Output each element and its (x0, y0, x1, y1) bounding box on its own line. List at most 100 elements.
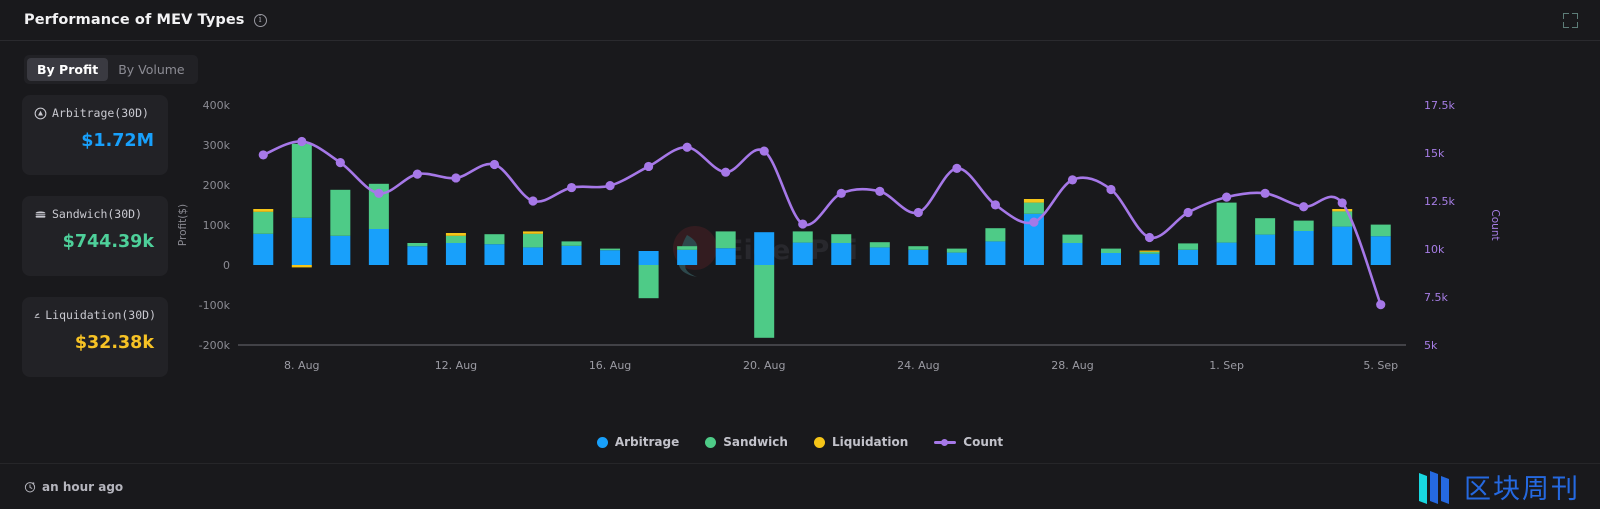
count-point[interactable] (1029, 217, 1039, 227)
count-point[interactable] (374, 188, 384, 198)
count-point[interactable] (451, 173, 461, 183)
count-point[interactable] (1183, 207, 1193, 218)
bar-segment[interactable] (754, 232, 775, 265)
bar-segment[interactable] (792, 231, 813, 243)
bar-segment[interactable] (869, 247, 890, 265)
bar-segment[interactable] (1101, 248, 1121, 253)
count-point[interactable] (605, 181, 615, 191)
card-sandwich[interactable]: Sandwich(30D) $744.39k (22, 196, 168, 276)
count-point[interactable] (875, 186, 885, 196)
bar-segment[interactable] (908, 246, 929, 250)
legend-item-arbitrage[interactable]: Arbitrage (596, 435, 679, 449)
bar-segment[interactable] (1255, 234, 1276, 265)
count-point[interactable] (258, 150, 268, 160)
bar-segment[interactable] (561, 245, 582, 265)
count-point[interactable] (1299, 202, 1309, 212)
tab-by-volume[interactable]: By Volume (108, 58, 194, 81)
count-point[interactable] (412, 169, 422, 179)
bar-segment[interactable] (1332, 209, 1353, 212)
bar-segment[interactable] (1178, 249, 1199, 265)
count-point[interactable] (1260, 188, 1270, 198)
bar-segment[interactable] (831, 234, 852, 243)
info-icon[interactable]: i (253, 13, 267, 27)
bar-segment[interactable] (523, 247, 543, 265)
card-liquidation[interactable]: Liquidation(30D) $32.38k (22, 297, 168, 377)
count-point[interactable] (721, 167, 731, 177)
count-point[interactable] (836, 188, 846, 198)
count-point[interactable] (566, 182, 577, 193)
count-point[interactable] (798, 219, 808, 229)
bar-segment[interactable] (600, 248, 621, 251)
bar-segment[interactable] (677, 249, 698, 265)
bar-segment[interactable] (908, 249, 929, 265)
card-arbitrage[interactable]: Arbitrage(30D) $1.72M (22, 95, 168, 175)
bar-segment[interactable] (523, 231, 543, 234)
bar-segment[interactable] (1216, 202, 1237, 243)
bar-segment[interactable] (561, 241, 582, 246)
count-point[interactable] (990, 200, 1001, 210)
bar-segment[interactable] (291, 217, 312, 265)
bar-segment[interactable] (754, 265, 775, 338)
bar-segment[interactable] (792, 242, 813, 265)
bar-segment[interactable] (1139, 251, 1160, 254)
bar-segment[interactable] (484, 234, 505, 245)
bar-segment[interactable] (445, 235, 466, 243)
bar-segment[interactable] (600, 250, 621, 265)
count-point[interactable] (1376, 300, 1386, 310)
bar-segment[interactable] (1023, 202, 1044, 214)
bar-segment[interactable] (445, 233, 466, 236)
mev-performance-chart[interactable]: EigenPhi400k300k200k100k0-100k-200kProfi… (172, 87, 1600, 417)
bar-segment[interactable] (831, 243, 852, 265)
bar-segment[interactable] (869, 242, 890, 248)
bar-segment[interactable] (1370, 236, 1391, 265)
fullscreen-icon[interactable] (1563, 12, 1578, 28)
bar-segment[interactable] (407, 246, 428, 265)
count-point[interactable] (644, 161, 654, 172)
bar-segment[interactable] (1101, 253, 1121, 265)
bar-segment[interactable] (330, 189, 351, 236)
bar-segment[interactable] (484, 244, 505, 265)
bar-segment[interactable] (445, 243, 466, 265)
count-point[interactable] (913, 207, 923, 218)
bar-segment[interactable] (1293, 220, 1314, 231)
count-point[interactable] (335, 158, 345, 168)
bar-segment[interactable] (1023, 199, 1044, 203)
bar-segment[interactable] (1062, 234, 1083, 243)
bar-segment[interactable] (985, 241, 1006, 265)
count-point[interactable] (1144, 232, 1155, 243)
bar-segment[interactable] (946, 252, 967, 265)
count-point[interactable] (297, 136, 307, 147)
bar-segment[interactable] (253, 209, 274, 212)
legend-item-count[interactable]: Count (934, 435, 1003, 449)
count-point[interactable] (489, 159, 500, 170)
bar-segment[interactable] (946, 248, 967, 253)
bar-segment[interactable] (330, 235, 351, 265)
bar-segment[interactable] (407, 243, 428, 247)
count-point[interactable] (1337, 198, 1347, 208)
tab-by-profit[interactable]: By Profit (27, 58, 109, 81)
bar-segment[interactable] (638, 265, 659, 299)
bar-segment[interactable] (1139, 250, 1160, 252)
bar-segment[interactable] (253, 211, 274, 234)
bar-segment[interactable] (291, 143, 312, 218)
count-point[interactable] (1106, 184, 1116, 195)
bar-segment[interactable] (1255, 218, 1276, 235)
bar-segment[interactable] (715, 231, 736, 249)
count-point[interactable] (528, 196, 538, 206)
count-line-series[interactable] (258, 136, 1386, 310)
bar-segment[interactable] (985, 228, 1006, 242)
bar-segment[interactable] (523, 233, 543, 248)
bar-segment[interactable] (1370, 224, 1391, 237)
count-point[interactable] (952, 163, 962, 173)
count-point[interactable] (682, 142, 692, 152)
bar-segment[interactable] (1139, 253, 1160, 265)
bar-segment[interactable] (253, 233, 274, 265)
bar-segment[interactable] (368, 229, 389, 265)
count-point[interactable] (759, 146, 769, 156)
bar-segment[interactable] (1178, 243, 1199, 250)
bar-segment[interactable] (1332, 226, 1353, 265)
legend-item-liquidation[interactable]: Liquidation (813, 435, 908, 449)
count-point[interactable] (1222, 192, 1232, 202)
bar-segment[interactable] (1062, 243, 1083, 265)
bar-segment[interactable] (715, 248, 736, 265)
